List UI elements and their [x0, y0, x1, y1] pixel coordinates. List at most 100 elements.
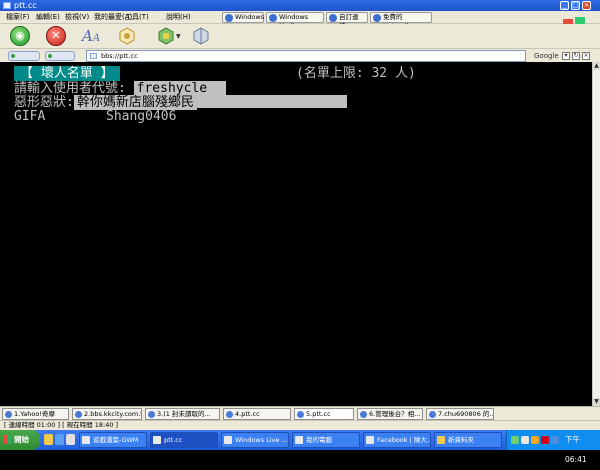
back-icon	[11, 54, 15, 58]
maximize-button[interactable]: □	[571, 1, 580, 10]
tab-icon	[75, 411, 82, 418]
address-url: bbs://ptt.cc	[101, 52, 138, 60]
task-label: ptt.cc	[164, 436, 183, 444]
disconnect-button[interactable]: ✕	[46, 26, 66, 46]
app-icon	[153, 436, 161, 444]
folder-icon[interactable]	[44, 434, 53, 445]
emoticon-button[interactable]	[118, 27, 136, 45]
task-label: Windows Live ...	[235, 436, 288, 444]
search-engine-label[interactable]: Google	[534, 52, 559, 60]
menu-file[interactable]: 檔案(F)	[6, 11, 30, 24]
tab-icon	[226, 411, 233, 418]
link-hotmail[interactable]: 免費的 Hotmail	[370, 12, 432, 30]
desktop-icon[interactable]	[66, 434, 75, 445]
link-windows-media[interactable]: Windows Media	[266, 12, 324, 30]
tab-ptt-4[interactable]: 4.ptt.cc	[223, 408, 291, 420]
address-input[interactable]: bbs://ptt.cc	[86, 50, 526, 62]
link-windows-label: Windows	[235, 13, 265, 21]
status-bar: [ 連線時間 01:00 ] [ 現在時間 18:40 ]	[0, 420, 600, 430]
minimize-button[interactable]: _	[560, 1, 569, 10]
app-icon	[224, 436, 232, 444]
tab-label: 6.管理後台？相...	[369, 410, 421, 418]
window-tabs: 1.Yahoo!奇摩 2.bbs.kkcity.com.tw 3.(1 封未讀取…	[0, 406, 600, 420]
ie-link-icon	[225, 14, 233, 22]
tab-ptt-5[interactable]: 5.ptt.cc	[294, 408, 354, 420]
close-icon[interactable]: ×	[582, 52, 590, 60]
windows-logo-icon	[3, 435, 12, 444]
tab-icon	[297, 411, 304, 418]
tab-chu[interactable]: 7.chu690806 的...	[426, 408, 494, 420]
list-limit: (名單上限: 32 人)	[296, 66, 416, 81]
reason-input-fill	[196, 95, 347, 108]
ie-link-icon	[269, 14, 277, 22]
font-icon: AA	[82, 27, 101, 45]
scroll-down-icon[interactable]: ▼	[593, 398, 600, 406]
start-button[interactable]: 開始	[0, 430, 40, 450]
reason-label: 惡形惡狀:	[14, 95, 74, 110]
address-row: bbs://ptt.cc Google ▾ ↻ ×	[0, 48, 600, 62]
task-windows-live[interactable]: Windows Live ...	[221, 432, 289, 448]
network-icon[interactable]	[511, 436, 519, 444]
tab-label: 5.ptt.cc	[306, 410, 331, 418]
refresh-icon[interactable]: ↻	[572, 52, 580, 60]
clock[interactable]: 下午 06:41	[565, 430, 600, 470]
task-label: 遊戲潘葉-GWM	[93, 436, 139, 444]
app-icon	[366, 436, 374, 444]
task-new-folder[interactable]: 新資料夾	[434, 432, 502, 448]
update-icon[interactable]	[551, 436, 559, 444]
page-title: 【 壞人名單 】	[14, 66, 120, 81]
addressbook-button[interactable]	[157, 27, 175, 45]
task-my-computer[interactable]: 我的電腦	[292, 432, 360, 448]
scrollbar[interactable]: ▲ ▼	[592, 62, 600, 406]
list-item: GIFA Shang0406	[14, 109, 176, 124]
security-icon[interactable]	[541, 436, 549, 444]
window-title: ptt.cc	[14, 1, 37, 10]
task-label: Facebook | 陳大...	[377, 436, 431, 444]
reason-prompt: 惡形惡狀: 幹你媽新店腦殘鄉民	[14, 95, 347, 110]
scroll-up-icon[interactable]: ▲	[593, 62, 600, 70]
chevron-down-icon[interactable]: ▼	[176, 33, 181, 40]
search-options-icon[interactable]: ▾	[562, 52, 570, 60]
taskbar: 開始 遊戲潘葉-GWM ptt.cc Windows Live ... 我的電腦…	[0, 430, 600, 464]
task-facebook[interactable]: Facebook | 陳大...	[363, 432, 431, 448]
font-button[interactable]: AA	[82, 27, 106, 45]
volume-icon[interactable]	[521, 436, 529, 444]
disconnect-icon: ✕	[51, 29, 61, 42]
menu-view[interactable]: 檢視(V)	[65, 11, 89, 24]
quick-launch	[44, 434, 75, 446]
computer-icon	[295, 436, 303, 444]
menu-edit[interactable]: 編輯(E)	[36, 11, 60, 24]
settings-button[interactable]	[192, 27, 210, 45]
toolbar: ◉ ✕ AA ▼	[0, 24, 600, 48]
tab-label: 3.(1 封未讀取的...	[157, 410, 211, 418]
user-id-prompt: 請輸入使用者代號: freshycle	[14, 81, 226, 96]
user-id-input[interactable]: freshycle	[133, 81, 226, 96]
task-game[interactable]: 遊戲潘葉-GWM	[79, 432, 147, 448]
ie-icon[interactable]	[55, 434, 64, 445]
task-label: 我的電腦	[306, 436, 332, 444]
messenger-icon[interactable]	[531, 436, 539, 444]
close-button[interactable]: ×	[582, 1, 591, 10]
bbs-terminal[interactable]: 【 壞人名單 】 (名單上限: 32 人) 請輸入使用者代號: freshycl…	[0, 62, 592, 406]
back-button[interactable]	[8, 51, 40, 61]
tab-icon	[429, 411, 436, 418]
link-custom[interactable]: 自訂連結	[326, 12, 368, 30]
folder-icon	[437, 436, 445, 444]
menu-help[interactable]: 說明(H)	[166, 11, 191, 24]
user-id-label: 請輸入使用者代號:	[14, 81, 126, 96]
tab-admin[interactable]: 6.管理後台？相...	[357, 408, 423, 420]
menu-favorites[interactable]: 工具(T)	[125, 11, 149, 24]
tab-icon	[148, 411, 155, 418]
tab-yahoo[interactable]: 1.Yahoo!奇摩	[2, 408, 69, 420]
tab-kkcity[interactable]: 2.bbs.kkcity.com.tw	[72, 408, 142, 420]
list-item-name: GIFA	[14, 109, 46, 124]
tab-mail[interactable]: 3.(1 封未讀取的...	[145, 408, 220, 420]
ie-link-icon	[373, 14, 381, 22]
task-ptt[interactable]: ptt.cc	[150, 432, 218, 448]
link-windows[interactable]: Windows	[222, 12, 264, 23]
forward-button[interactable]	[45, 51, 75, 61]
ie-link-icon	[329, 14, 337, 22]
title-bar: ptt.cc _ □ ×	[0, 0, 600, 11]
connect-button[interactable]: ◉	[10, 26, 30, 46]
reason-input[interactable]: 幹你媽新店腦殘鄉民	[73, 95, 197, 110]
